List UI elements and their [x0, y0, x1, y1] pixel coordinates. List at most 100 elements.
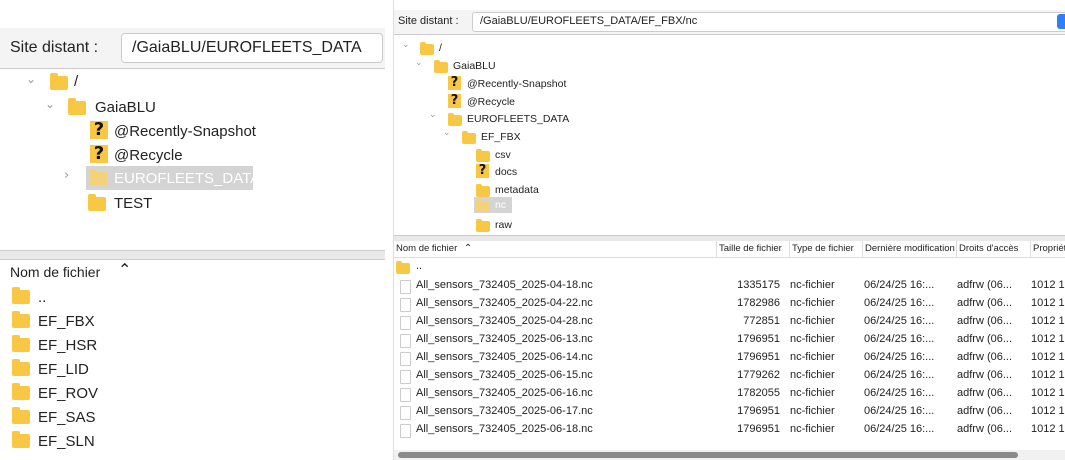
table-row[interactable]: All_sensors_732405_2025-06-17.nc 1796951…: [394, 403, 1065, 421]
list-item-label: EF_ROV: [38, 385, 99, 402]
table-row[interactable]: All_sensors_732405_2025-06-16.nc 1782055…: [394, 385, 1065, 403]
file-icon: [400, 280, 411, 294]
cell-perms: adfrw (06...: [957, 351, 1013, 363]
tree-csv[interactable]: csv: [495, 149, 511, 161]
cell-size: 1779262: [737, 369, 780, 381]
left-site-path-value: /GaiaBLU/EUROFLEETS_DATA: [132, 39, 362, 56]
chevron-down-icon[interactable]: ⌄: [429, 110, 437, 120]
chevron-down-icon[interactable]: ⌄: [415, 58, 423, 68]
tree-gaiablu[interactable]: GaiaBLU: [95, 99, 156, 116]
cell-type: nc-fichier: [790, 333, 835, 345]
chevron-right-icon[interactable]: ›: [64, 168, 69, 183]
file-icon: [400, 388, 411, 402]
cell-perms: adfrw (06...: [957, 279, 1013, 291]
tree-root[interactable]: /: [439, 42, 442, 54]
tree-recycle[interactable]: @Recycle: [114, 147, 183, 164]
cell-size: 1782986: [737, 297, 780, 309]
folder-icon: [396, 261, 410, 274]
table-row[interactable]: All_sensors_732405_2025-06-18.nc 1796951…: [394, 421, 1065, 439]
table-row[interactable]: All_sensors_732405_2025-06-14.nc 1796951…: [394, 349, 1065, 367]
right-site-bar: Site distant : /GaiaBLU/EUROFLEETS_DATA/…: [394, 10, 1065, 35]
folder-icon: [89, 169, 107, 186]
cell-name: All_sensors_732405_2025-06-18.nc: [416, 423, 593, 435]
file-icon: [400, 424, 411, 438]
cell-perms: adfrw (06...: [957, 423, 1013, 435]
column-name-header[interactable]: Nom de fichier: [10, 264, 100, 280]
path-dropdown-button[interactable]: [1057, 14, 1065, 29]
chevron-down-icon[interactable]: ⌄: [45, 97, 55, 111]
tree-ef-fbx[interactable]: EF_FBX: [481, 131, 521, 143]
scrollbar-thumb[interactable]: [398, 452, 1018, 458]
cell-modified: 06/24/25 16:...: [864, 297, 935, 309]
horizontal-scrollbar[interactable]: [394, 450, 1065, 460]
folder-icon: [476, 219, 490, 232]
tree-test[interactable]: TEST: [114, 195, 152, 212]
sort-ascending-icon: ⌃: [463, 243, 473, 254]
tree-raw[interactable]: raw: [495, 219, 512, 231]
column-name-header[interactable]: Nom de fichier ⌃: [394, 241, 717, 257]
left-list-header[interactable]: Nom de fichier ⌃: [0, 260, 385, 282]
column-type-header[interactable]: Type de fichier: [790, 241, 863, 257]
list-item[interactable]: EF_FBX: [0, 310, 385, 332]
folder-icon: [476, 184, 490, 197]
cell-size: 1782055: [737, 387, 780, 399]
tree-gaiablu[interactable]: GaiaBLU: [453, 60, 496, 72]
folder-icon: [12, 383, 30, 400]
chevron-down-icon[interactable]: ⌄: [26, 72, 36, 86]
tree-recycle[interactable]: @Recycle: [467, 96, 515, 108]
tree-eurofleets-label: EUROFLEETS_DATA: [114, 170, 261, 187]
folder-icon: [12, 311, 30, 328]
sort-ascending-icon: ⌃: [118, 260, 132, 279]
chevron-down-icon[interactable]: ⌄: [443, 128, 451, 138]
list-item[interactable]: EF_SLN: [0, 430, 385, 452]
cell-type: nc-fichier: [790, 423, 835, 435]
column-modified-header[interactable]: Dernière modification: [863, 241, 957, 257]
tree-nc-selected[interactable]: nc: [474, 197, 512, 213]
right-site-path-value: /GaiaBLU/EUROFLEETS_DATA/EF_FBX/nc: [480, 15, 698, 27]
folder-icon: [476, 199, 490, 212]
tree-eurofleets[interactable]: EUROFLEETS_DATA: [467, 113, 569, 125]
cell-type: nc-fichier: [790, 279, 835, 291]
cell-size: 772851: [743, 315, 780, 327]
table-row[interactable]: All_sensors_732405_2025-06-15.nc 1779262…: [394, 367, 1065, 385]
file-icon: [400, 370, 411, 384]
list-item[interactable]: EF_LID: [0, 358, 385, 380]
table-row[interactable]: All_sensors_732405_2025-06-13.nc 1796951…: [394, 331, 1065, 349]
tree-docs[interactable]: docs: [495, 166, 517, 178]
left-site-bar: Site distant : /GaiaBLU/EUROFLEETS_DATA: [0, 28, 385, 69]
list-item-parent[interactable]: ..: [394, 259, 1065, 277]
file-icon: [400, 298, 411, 312]
tree-root[interactable]: /: [74, 73, 78, 90]
cell-owner: 1012 1: [1031, 423, 1065, 435]
right-site-path-input[interactable]: /GaiaBLU/EUROFLEETS_DATA/EF_FBX/nc: [472, 12, 1065, 32]
cell-size: 1335175: [737, 279, 780, 291]
list-item[interactable]: EF_HSR: [0, 334, 385, 356]
left-site-path-input[interactable]: /GaiaBLU/EUROFLEETS_DATA: [121, 33, 383, 63]
table-row[interactable]: All_sensors_732405_2025-04-18.nc 1335175…: [394, 277, 1065, 295]
tree-recently-snapshot[interactable]: @Recently-Snapshot: [467, 78, 566, 90]
column-perms-header[interactable]: Droits d'accès: [957, 241, 1031, 257]
left-site-label: Site distant :: [10, 39, 99, 56]
tree-metadata[interactable]: metadata: [495, 184, 539, 196]
table-row[interactable]: All_sensors_732405_2025-04-28.nc 772851 …: [394, 313, 1065, 331]
column-name-label: Nom de fichier: [396, 243, 458, 254]
list-item-label: EF_FBX: [38, 313, 95, 330]
cell-size: 1796951: [737, 333, 780, 345]
tree-recently-snapshot[interactable]: @Recently-Snapshot: [114, 123, 256, 140]
tree-eurofleets-selected[interactable]: EUROFLEETS_DATA: [86, 166, 260, 190]
folder-icon: [448, 113, 462, 126]
folder-icon: [462, 131, 476, 144]
left-splitter[interactable]: [0, 250, 385, 260]
left-panel: Site distant : /GaiaBLU/EUROFLEETS_DATA …: [0, 0, 385, 460]
chevron-down-icon[interactable]: ⌄: [402, 40, 410, 50]
column-size-header[interactable]: Taille de fichier: [717, 241, 790, 257]
list-item[interactable]: ..: [0, 286, 385, 308]
list-item[interactable]: EF_SAS: [0, 406, 385, 428]
cell-perms: adfrw (06...: [957, 387, 1013, 399]
cell-owner: 1012 1: [1031, 405, 1065, 417]
column-owner-header[interactable]: Propriétaire: [1031, 241, 1065, 257]
list-item[interactable]: EF_ROV: [0, 382, 385, 404]
file-icon: [400, 352, 411, 366]
table-row[interactable]: All_sensors_732405_2025-04-22.nc 1782986…: [394, 295, 1065, 313]
right-site-label: Site distant :: [398, 15, 459, 27]
